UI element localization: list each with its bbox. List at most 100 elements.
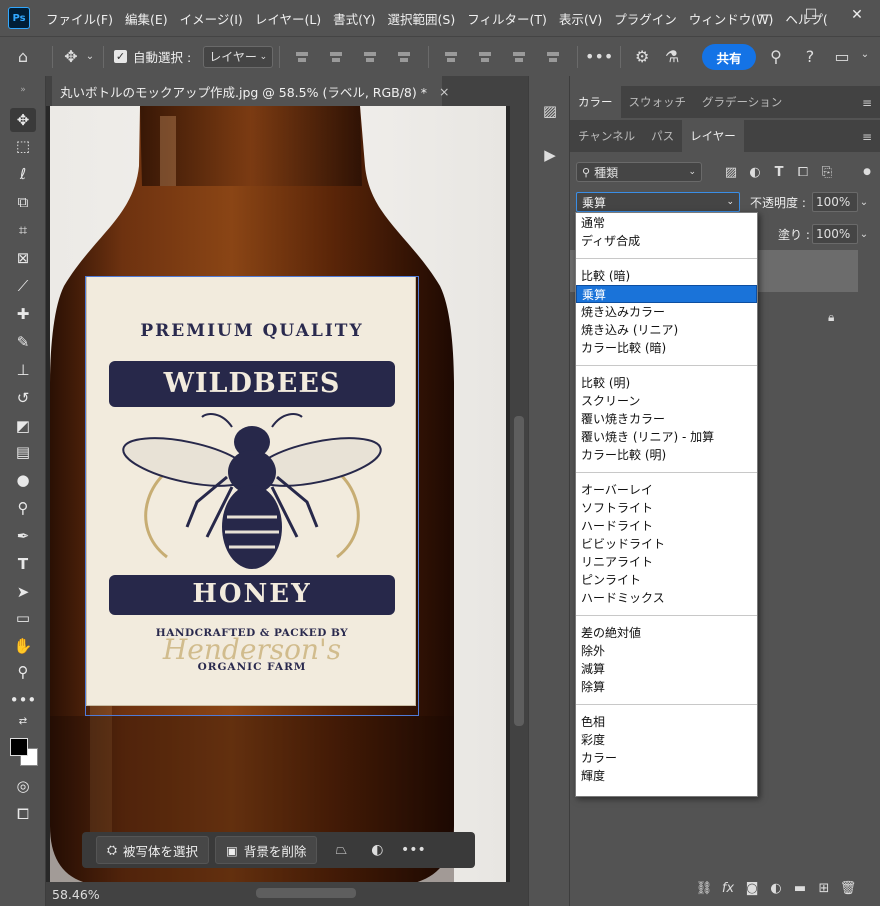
- select-subject-button[interactable]: ⛭ 被写体を選択: [96, 836, 210, 864]
- menu-plugins[interactable]: プラグイン: [608, 9, 683, 28]
- type-filter-icon[interactable]: T: [770, 163, 788, 181]
- workspace-icon[interactable]: ▭: [832, 47, 852, 66]
- blend-option[interactable]: 色相: [576, 713, 757, 731]
- menu-layer[interactable]: レイヤー(L): [249, 9, 327, 28]
- rectangle-tool-icon[interactable]: ▭: [10, 606, 36, 630]
- close-window-button[interactable]: ✕: [834, 0, 880, 30]
- blend-option[interactable]: カラー比較 (明): [576, 446, 757, 464]
- blend-option[interactable]: カラー: [576, 749, 757, 767]
- chevron-down-icon[interactable]: ⌄: [83, 51, 97, 62]
- stamp-tool-icon[interactable]: ⊥: [10, 358, 36, 382]
- brush-tool-icon[interactable]: ✎: [10, 330, 36, 354]
- panel-menu-icon[interactable]: ≡: [862, 130, 872, 144]
- blend-option[interactable]: ディザ合成: [576, 232, 757, 250]
- blur-tool-icon[interactable]: ●: [10, 468, 36, 492]
- chevron-down-icon[interactable]: ⌄: [858, 49, 872, 60]
- blend-option[interactable]: ハードライト: [576, 517, 757, 535]
- layer-bounding-box[interactable]: [85, 276, 419, 716]
- align-top-icon[interactable]: [443, 49, 461, 65]
- blend-option[interactable]: ソフトライト: [576, 499, 757, 517]
- marquee-tool-icon[interactable]: ⬚: [10, 134, 36, 158]
- gear-icon[interactable]: ⚙: [627, 47, 657, 66]
- close-icon[interactable]: ×: [439, 84, 449, 99]
- filter-toggle-icon[interactable]: ●: [858, 163, 876, 181]
- auto-select-checkbox[interactable]: ✓: [114, 50, 127, 63]
- tab-layers[interactable]: レイヤー: [682, 120, 744, 152]
- link-layers-icon[interactable]: ⛓: [692, 881, 716, 896]
- chevron-down-icon[interactable]: ⌄: [856, 192, 872, 212]
- panel-menu-icon[interactable]: ≡: [862, 96, 872, 110]
- tab-gradients[interactable]: グラデーション: [694, 86, 790, 118]
- type-tool-icon[interactable]: T: [10, 552, 36, 576]
- align-bottom-icon[interactable]: [511, 49, 529, 65]
- align-left-icon[interactable]: [294, 49, 312, 65]
- tab-paths[interactable]: パス: [643, 120, 682, 152]
- play-actions-icon[interactable]: ▶: [537, 142, 563, 168]
- gradient-tool-icon[interactable]: ▤: [10, 440, 36, 464]
- blend-option[interactable]: 減算: [576, 660, 757, 678]
- blend-option[interactable]: 差の絶対値: [576, 624, 757, 642]
- adjustment-icon[interactable]: ◐: [359, 836, 395, 864]
- blend-option[interactable]: カラー比較 (暗): [576, 339, 757, 357]
- blend-option[interactable]: 比較 (明): [576, 374, 757, 392]
- blend-option[interactable]: ハードミックス: [576, 589, 757, 607]
- blend-option[interactable]: 焼き込みカラー: [576, 303, 757, 321]
- distribute-icon[interactable]: [396, 49, 414, 65]
- pen-tool-icon[interactable]: ✒: [10, 524, 36, 548]
- blend-mode-select[interactable]: 乗算 ⌄: [576, 192, 740, 212]
- smart-object-filter-icon[interactable]: ⎘: [818, 163, 836, 181]
- path-select-tool-icon[interactable]: ➤: [10, 580, 36, 604]
- help-icon[interactable]: ?: [800, 47, 820, 66]
- blend-option[interactable]: 除外: [576, 642, 757, 660]
- blend-option[interactable]: 除算: [576, 678, 757, 696]
- vertical-scrollbar[interactable]: [510, 106, 528, 882]
- layer-kind-filter[interactable]: ⚲ 種類 ⌄: [576, 162, 702, 182]
- menu-edit[interactable]: 編集(E): [119, 9, 174, 28]
- tab-swatches[interactable]: スウォッチ: [621, 86, 695, 118]
- trash-icon[interactable]: 🗑︎: [836, 881, 860, 896]
- document-tab[interactable]: 丸いボトルのモックアップ作成.jpg @ 58.5% (ラベル, RGB/8) …: [52, 76, 449, 106]
- more-tools-icon[interactable]: •••: [10, 688, 37, 712]
- screen-mode-icon[interactable]: ⧠: [10, 802, 36, 826]
- collapse-icon[interactable]: »: [10, 78, 36, 102]
- shape-filter-icon[interactable]: ⧠: [794, 163, 812, 181]
- healing-brush-tool-icon[interactable]: ✚: [10, 302, 36, 326]
- blend-option[interactable]: オーバーレイ: [576, 481, 757, 499]
- blend-option[interactable]: ピンライト: [576, 571, 757, 589]
- more-options-icon[interactable]: •••: [584, 47, 614, 66]
- zoom-tool-icon[interactable]: ⚲: [10, 660, 36, 684]
- blend-option[interactable]: ビビッドライト: [576, 535, 757, 553]
- fx-icon[interactable]: fx: [716, 881, 740, 896]
- foreground-color-swatch[interactable]: [10, 738, 28, 756]
- hand-tool-icon[interactable]: ✋: [10, 634, 36, 658]
- swap-colors-icon[interactable]: ⇄: [10, 714, 36, 728]
- layer-mask-icon[interactable]: ◙: [740, 881, 764, 896]
- menu-select[interactable]: 選択範囲(S): [382, 9, 462, 28]
- search-icon[interactable]: ⚲: [766, 47, 786, 66]
- move-tool-icon[interactable]: ✥: [10, 108, 36, 132]
- lasso-tool-icon[interactable]: ℓ: [10, 162, 36, 186]
- image-panel-icon[interactable]: ▨: [537, 98, 563, 124]
- menu-filter[interactable]: フィルター(T): [461, 9, 553, 28]
- vertical-scroll-thumb[interactable]: [514, 416, 524, 726]
- tab-channels[interactable]: チャンネル: [570, 120, 643, 152]
- dodge-tool-icon[interactable]: ⚲: [10, 496, 36, 520]
- blend-option[interactable]: 比較 (暗): [576, 267, 757, 285]
- more-icon[interactable]: •••: [395, 836, 431, 864]
- align-center-icon[interactable]: [328, 49, 346, 65]
- transform-icon[interactable]: ⏢: [323, 836, 359, 864]
- frame-tool-icon[interactable]: ⊠: [10, 246, 36, 270]
- minimize-button[interactable]: —: [742, 0, 788, 30]
- chevron-down-icon[interactable]: ⌄: [856, 224, 872, 244]
- pixel-filter-icon[interactable]: ▨: [722, 163, 740, 181]
- fill-input[interactable]: 100%: [812, 224, 858, 244]
- document-canvas[interactable]: PREMIUM QUALITY WILDBEES HONEY Henderson…: [50, 106, 506, 882]
- opacity-input[interactable]: 100%: [812, 192, 858, 212]
- menu-view[interactable]: 表示(V): [553, 9, 608, 28]
- history-brush-tool-icon[interactable]: ↺: [10, 386, 36, 410]
- new-layer-icon[interactable]: ⊞: [812, 881, 836, 896]
- menu-type[interactable]: 書式(Y): [327, 9, 381, 28]
- zoom-level[interactable]: 58.46%: [52, 887, 100, 902]
- blend-option[interactable]: 覆い焼きカラー: [576, 410, 757, 428]
- flask-icon[interactable]: ⚗: [657, 47, 687, 66]
